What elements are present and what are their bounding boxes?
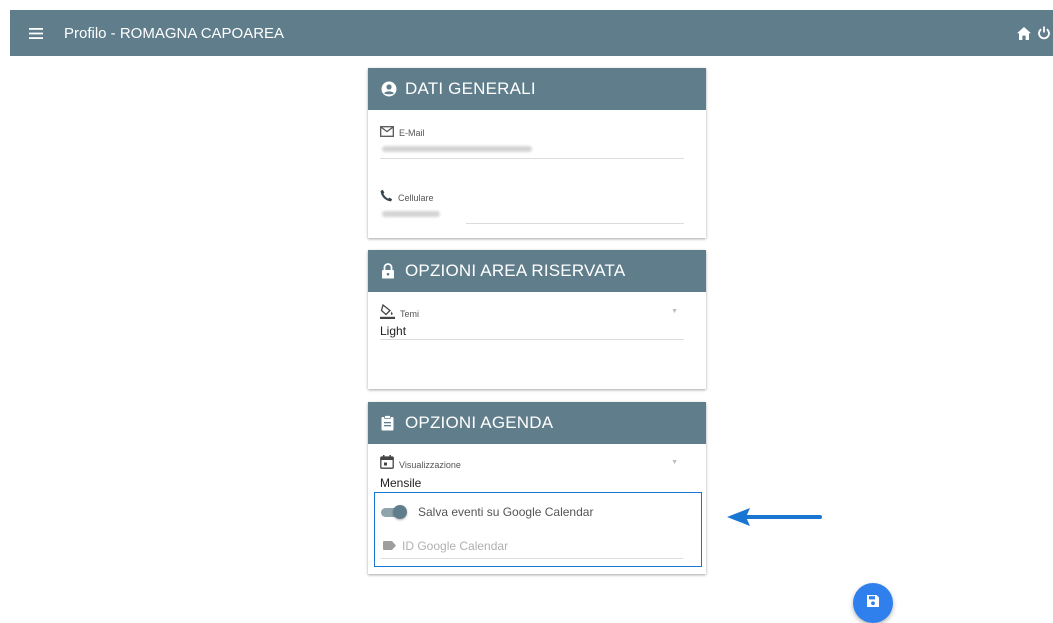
- card-header: DATI GENERALI: [368, 68, 706, 110]
- app-bar: Profilo - ROMAGNA CAPOAREA: [10, 10, 1053, 56]
- power-icon[interactable]: [1037, 10, 1053, 56]
- email-value-redacted: [382, 146, 532, 152]
- dropdown-arrow-icon: ▼: [671, 459, 678, 466]
- phone-label: Cellulare: [398, 193, 434, 203]
- label-tag-icon: [383, 537, 396, 555]
- dropdown-arrow-icon: ▼: [671, 308, 678, 315]
- phone-icon: [380, 189, 393, 207]
- phone-field[interactable]: Cellulare: [380, 189, 684, 225]
- card-title: DATI GENERALI: [405, 79, 536, 98]
- google-calendar-toggle-label: Salva eventi su Google Calendar: [418, 505, 594, 519]
- mail-icon: [380, 124, 394, 142]
- theme-value: Light: [380, 324, 407, 338]
- general-data-card: DATI GENERALI E-Mail Cellulare: [368, 68, 706, 238]
- theme-select[interactable]: Temi ▼ Light: [380, 303, 684, 340]
- card-title: OPZIONI AGENDA: [405, 413, 554, 432]
- google-calendar-id-field[interactable]: ID Google Calendar: [383, 537, 508, 555]
- view-value: Mensile: [380, 476, 422, 490]
- paint-bucket-icon: [380, 303, 395, 324]
- card-header: OPZIONI AGENDA: [368, 402, 706, 444]
- page-title: Profilo - ROMAGNA CAPOAREA: [64, 24, 285, 42]
- card-header: OPZIONI AREA RISERVATA: [368, 250, 706, 292]
- google-calendar-id-placeholder: ID Google Calendar: [402, 539, 509, 553]
- google-calendar-options-highlight: Salva eventi su Google Calendar ID Googl…: [374, 492, 702, 567]
- theme-label: Temi: [400, 309, 420, 319]
- google-calendar-toggle[interactable]: [381, 505, 407, 519]
- card-title: OPZIONI AREA RISERVATA: [405, 261, 626, 280]
- email-field[interactable]: E-Mail: [380, 124, 684, 160]
- email-label: E-Mail: [399, 128, 425, 138]
- clipboard-icon: [381, 415, 397, 431]
- lock-icon: [381, 263, 397, 279]
- account-circle-icon: [381, 81, 397, 97]
- save-icon: [866, 594, 880, 613]
- annotation-arrow-icon: [727, 508, 822, 526]
- view-label: Visualizzazione: [399, 459, 461, 470]
- home-icon[interactable]: [1011, 10, 1037, 56]
- calendar-icon: [380, 455, 394, 474]
- view-select[interactable]: Visualizzazione ▼ Mensile: [380, 455, 684, 491]
- phone-value-redacted: [382, 211, 440, 217]
- reserved-area-card: OPZIONI AREA RISERVATA Temi ▼ Light: [368, 250, 706, 389]
- save-button[interactable]: [853, 583, 893, 623]
- hamburger-menu-icon[interactable]: [10, 10, 62, 56]
